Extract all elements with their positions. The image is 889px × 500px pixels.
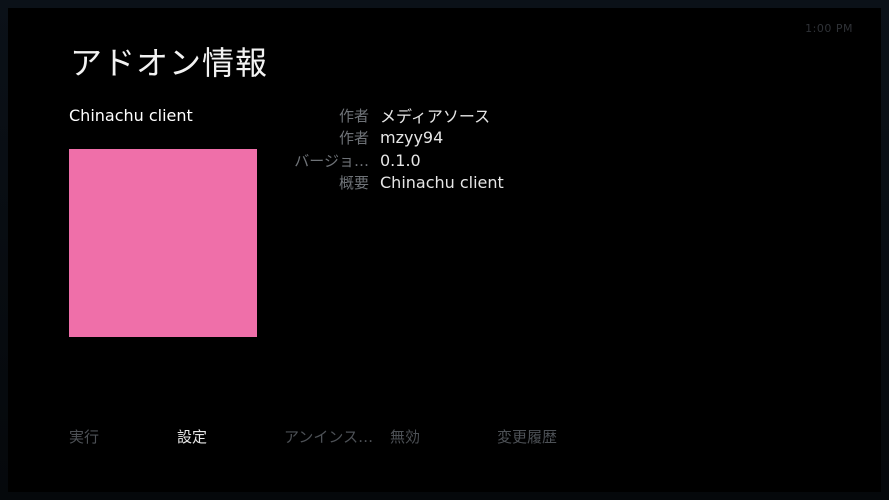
disable-button[interactable]: 無効	[390, 426, 420, 447]
info-row-author-2: 作者 mzyy94	[276, 127, 576, 150]
info-label-version: バージョ…	[294, 151, 369, 170]
info-value-version: 0.1.0	[380, 150, 421, 170]
uninstall-button[interactable]: アンインス…	[284, 426, 373, 447]
info-value-author: メディアソース	[380, 107, 491, 127]
addon-action-menu: 実行 設定 アンインス… 無効 変更履歴	[69, 426, 829, 450]
page-title: アドオン情報	[70, 44, 269, 82]
info-label-author: 作者	[338, 106, 369, 125]
addon-thumbnail	[69, 149, 257, 337]
addon-info-screen: 1:00 PM アドオン情報 Chinachu client 作者 メディアソー…	[8, 8, 881, 492]
clock: 1:00 PM	[805, 22, 853, 35]
info-row-author: 作者 メディアソース	[276, 104, 576, 127]
settings-button[interactable]: 設定	[177, 426, 207, 447]
addon-name: Chinachu client	[69, 106, 193, 125]
changelog-button[interactable]: 変更履歴	[497, 426, 557, 447]
info-label-summary: 概要	[338, 174, 369, 193]
info-row-version: バージョ… 0.1.0	[276, 149, 576, 172]
addon-info-list: 作者 メディアソース 作者 mzyy94 バージョ… 0.1.0 概要 Chin…	[276, 104, 576, 194]
info-label-author-2: 作者	[338, 129, 369, 148]
window-frame: 1:00 PM アドオン情報 Chinachu client 作者 メディアソー…	[0, 0, 889, 500]
info-value-summary: Chinachu client	[380, 173, 504, 193]
info-row-summary: 概要 Chinachu client	[276, 172, 576, 195]
run-button[interactable]: 実行	[69, 426, 99, 447]
info-value-author-2: mzyy94	[380, 128, 444, 148]
